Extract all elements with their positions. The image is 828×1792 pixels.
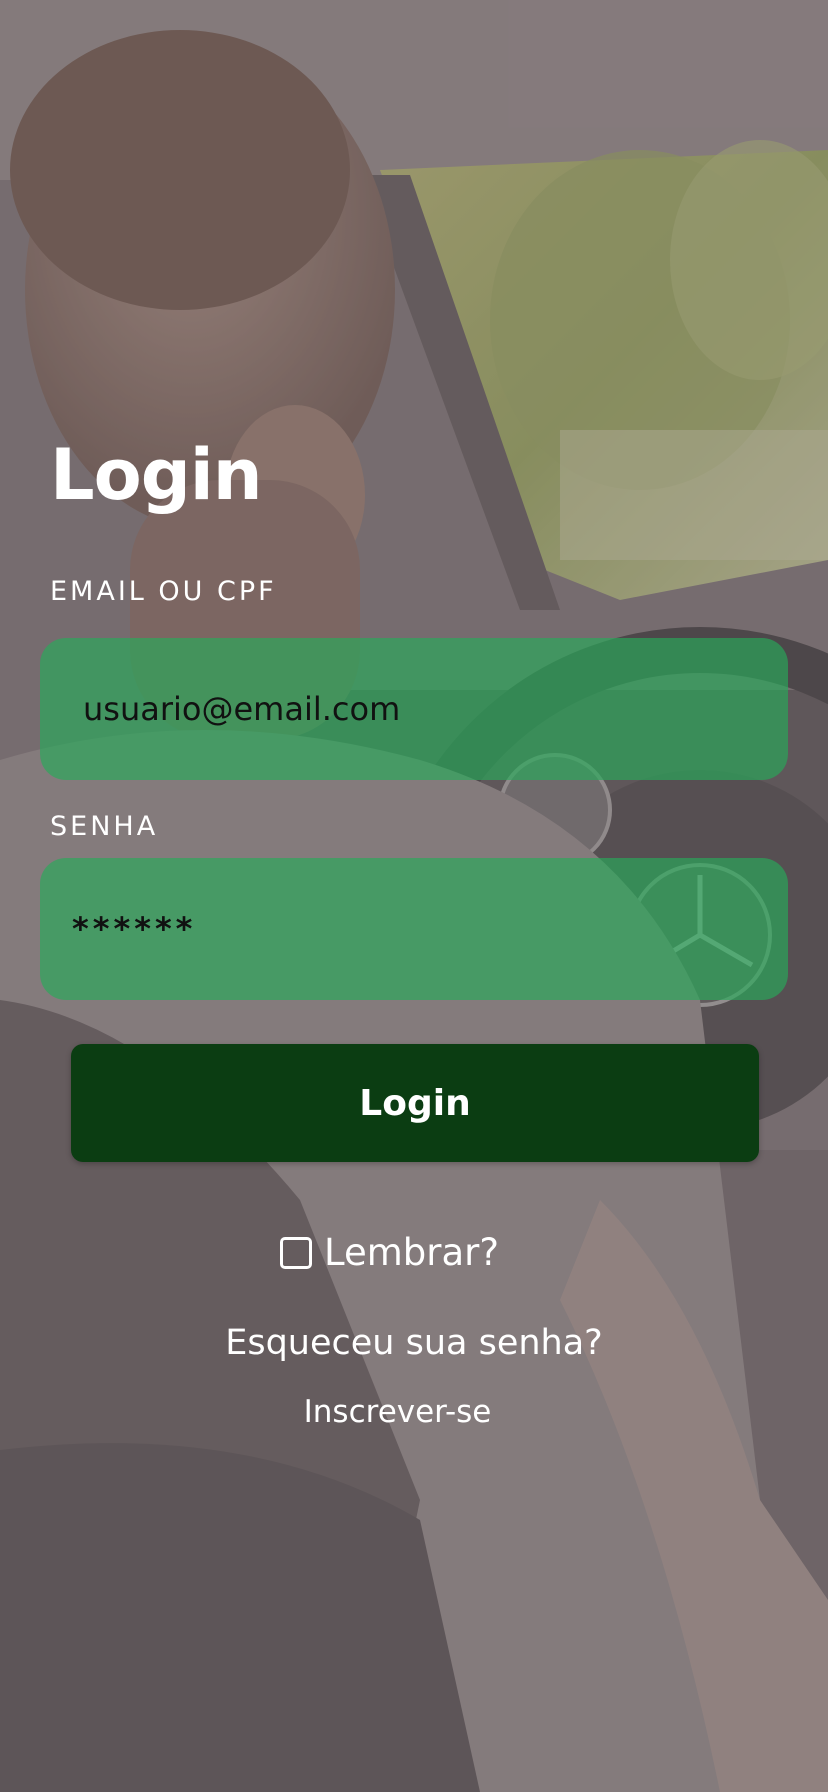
page-title: Login — [50, 434, 263, 516]
password-field-value: ****** — [72, 910, 197, 948]
remember-label: Lembrar? — [324, 1231, 499, 1274]
remember-checkbox[interactable] — [280, 1237, 312, 1269]
forgot-password-link[interactable]: Esqueceu sua senha? — [0, 1321, 828, 1365]
login-button-label: Login — [359, 1082, 471, 1124]
email-label: EMAIL OU CPF — [50, 576, 277, 607]
password-field[interactable]: ****** — [40, 858, 788, 1000]
remember-me[interactable]: Lembrar? — [280, 1230, 499, 1276]
login-button[interactable]: Login — [71, 1044, 759, 1162]
email-field-value: usuario@email.com — [83, 690, 401, 728]
password-label: SENHA — [50, 811, 159, 842]
signup-link[interactable]: Inscrever-se — [0, 1392, 795, 1432]
email-field[interactable]: usuario@email.com — [40, 638, 788, 780]
login-screen: Login EMAIL OU CPF usuario@email.com SEN… — [0, 0, 828, 1792]
